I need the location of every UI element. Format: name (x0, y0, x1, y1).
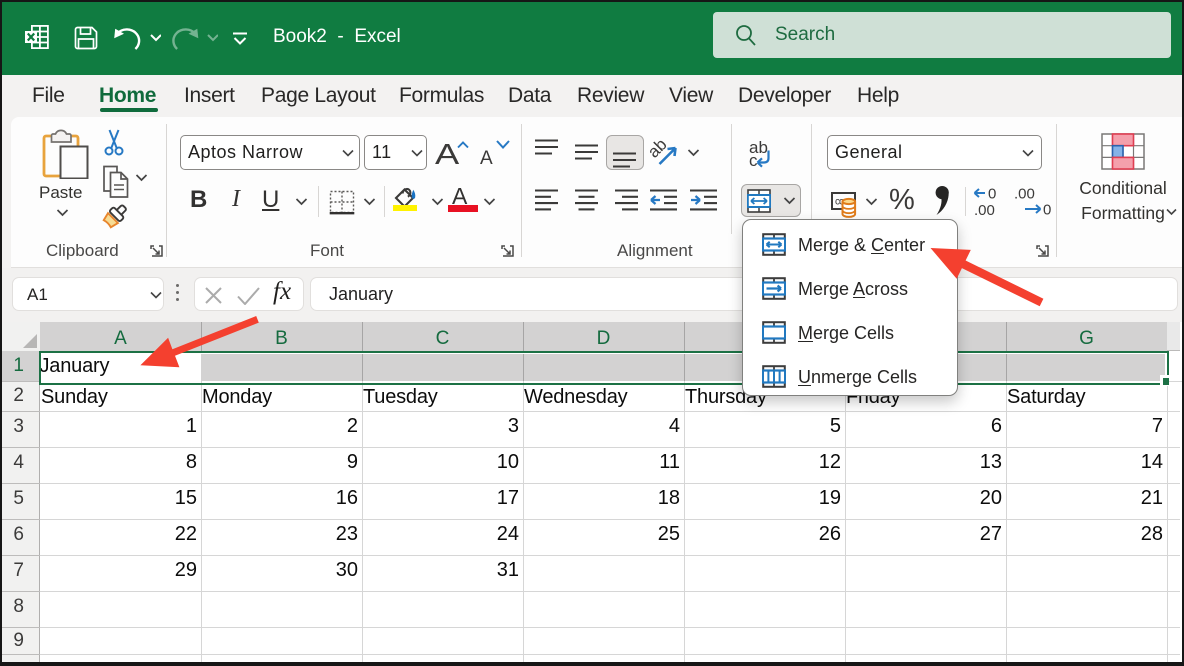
svg-text:.00: .00 (974, 202, 995, 216)
svg-text:c: c (749, 151, 758, 169)
svg-text:.00: .00 (1014, 187, 1035, 203)
svg-text:0: 0 (1043, 202, 1051, 217)
svg-text:0: 0 (988, 187, 996, 203)
